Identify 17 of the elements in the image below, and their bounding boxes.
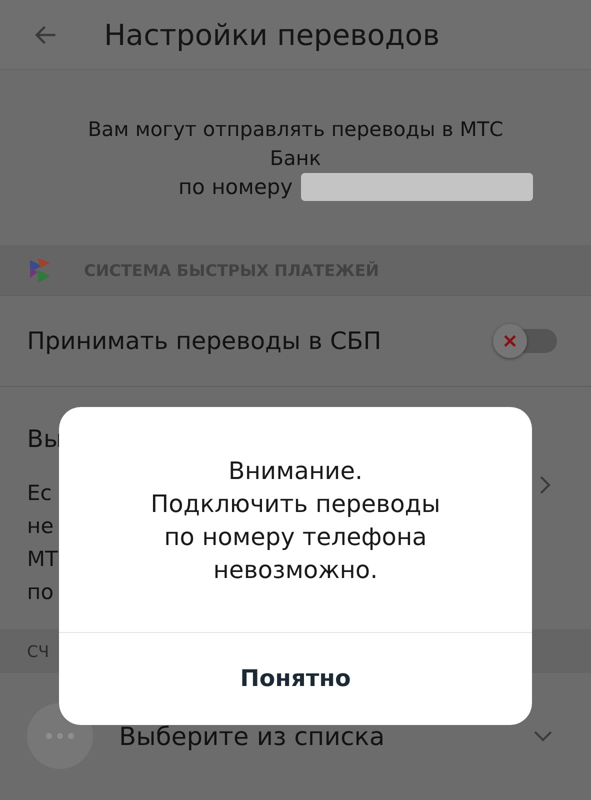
chevron-down-icon[interactable] — [533, 730, 553, 742]
screen-title: Настройки переводов — [104, 18, 440, 52]
setting-description: МТ — [27, 546, 58, 573]
toggle-switch[interactable] — [493, 323, 559, 359]
setting-description: по — [27, 579, 54, 606]
dialog-message: невозможно. — [213, 555, 378, 586]
dialog-message: Подключить переводы — [150, 489, 440, 520]
dialog-message: Внимание. — [228, 456, 363, 487]
setting-description: не — [27, 513, 54, 540]
chevron-right-icon[interactable] — [539, 475, 551, 495]
cross-icon — [504, 335, 516, 347]
toggle-label: Принимать переводы в СБП — [27, 327, 382, 355]
info-text: Вам могут отправлять переводы в МТС Банк — [86, 116, 504, 172]
dialog-message: по номеру телефона — [164, 522, 427, 553]
setting-description: Ес — [27, 480, 52, 507]
section-header: СЧ — [27, 642, 50, 660]
info-text: по номеру — [178, 175, 293, 199]
